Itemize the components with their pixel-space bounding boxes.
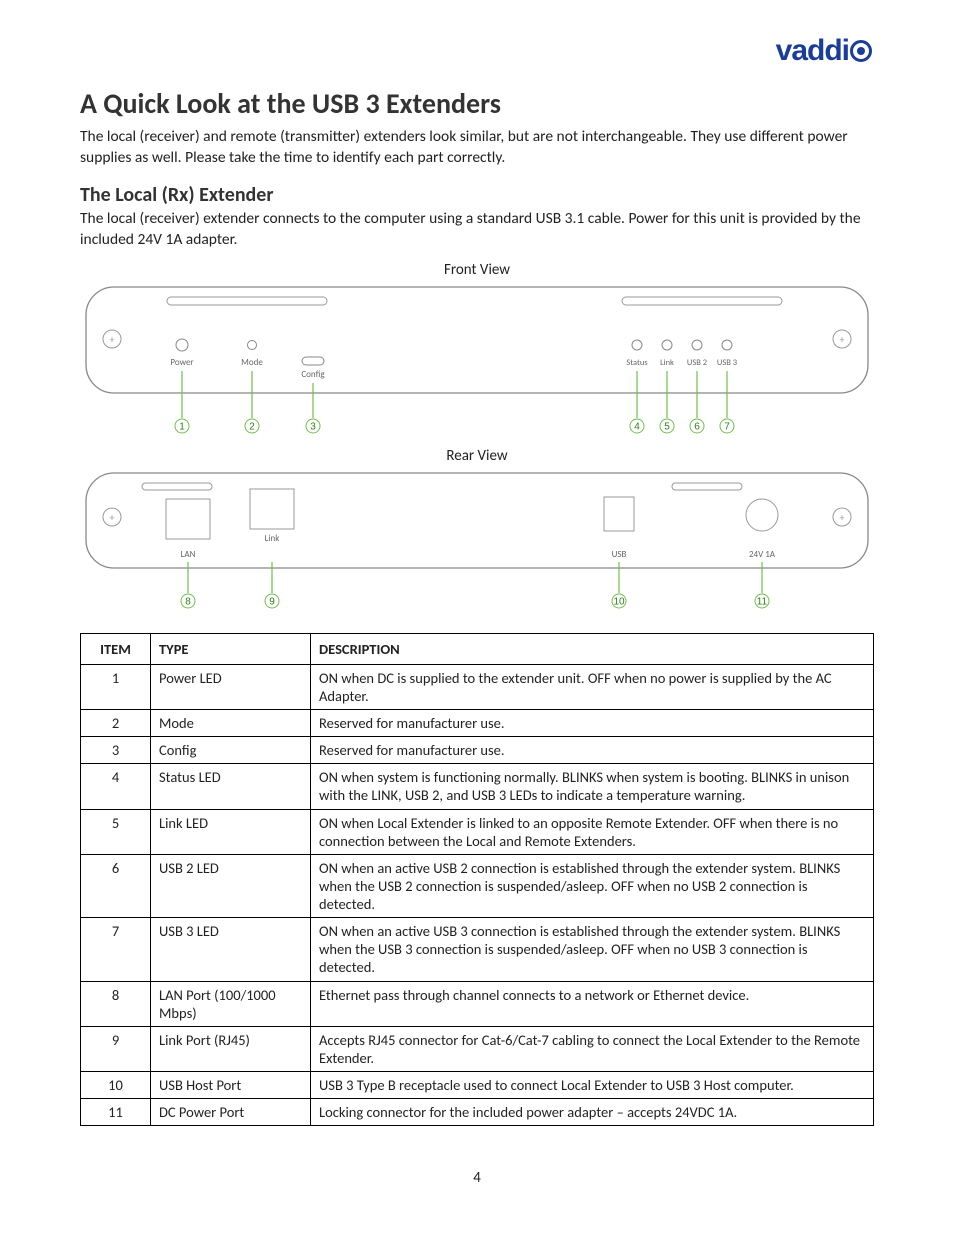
callout-6: 6 (694, 421, 700, 432)
cell-item: 11 (81, 1099, 151, 1126)
cell-type: Config (151, 737, 311, 764)
rear-view-diagram: + + LAN Link USB 24V 1A 8 9 10 11 (80, 469, 874, 619)
cell-type: USB Host Port (151, 1072, 311, 1099)
cell-type: Link LED (151, 809, 311, 854)
section-paragraph: The local (receiver) extender connects t… (80, 209, 874, 251)
cell-type: Status LED (151, 764, 311, 809)
callout-11: 11 (757, 596, 768, 607)
cell-desc: Reserved for manufacturer use. (311, 737, 874, 764)
cell-item: 5 (81, 809, 151, 854)
table-row: 4Status LEDON when system is functioning… (81, 764, 874, 809)
th-desc: DESCRIPTION (311, 633, 874, 664)
cell-item: 7 (81, 918, 151, 981)
table-row: 6USB 2 LEDON when an active USB 2 connec… (81, 854, 874, 917)
callout-5: 5 (664, 421, 670, 432)
table-row: 3ConfigReserved for manufacturer use. (81, 737, 874, 764)
svg-text:+: + (110, 333, 115, 346)
callout-9: 9 (269, 596, 275, 607)
cell-item: 1 (81, 664, 151, 709)
svg-text:+: + (840, 511, 845, 524)
callout-1: 1 (179, 421, 185, 432)
brand-logo-icon (850, 40, 872, 62)
th-item: ITEM (81, 633, 151, 664)
label-usb2: USB 2 (687, 358, 707, 368)
label-usb: USB (612, 549, 627, 560)
callout-8: 8 (185, 596, 191, 607)
table-row: 7USB 3 LEDON when an active USB 3 connec… (81, 918, 874, 981)
page-number: 4 (0, 1169, 954, 1187)
svg-text:+: + (110, 511, 115, 524)
rear-view-caption: Rear View (80, 447, 874, 465)
front-view-caption: Front View (80, 261, 874, 279)
brand-logo: vaddi (776, 34, 872, 68)
callout-3: 3 (310, 421, 316, 432)
intro-paragraph: The local (receiver) and remote (transmi… (80, 127, 874, 169)
table-row: 8LAN Port (100/1000 Mbps)Ethernet pass t… (81, 981, 874, 1026)
cell-desc: ON when system is functioning normally. … (311, 764, 874, 809)
callout-7: 7 (724, 421, 730, 432)
label-lan: LAN (181, 549, 196, 560)
cell-type: USB 2 LED (151, 854, 311, 917)
cell-item: 2 (81, 710, 151, 737)
cell-type: USB 3 LED (151, 918, 311, 981)
svg-text:+: + (840, 333, 845, 346)
cell-item: 10 (81, 1072, 151, 1099)
table-row: 5Link LEDON when Local Extender is linke… (81, 809, 874, 854)
cell-desc: ON when DC is supplied to the extender u… (311, 664, 874, 709)
th-type: TYPE (151, 633, 311, 664)
cell-desc: Accepts RJ45 connector for Cat-6/Cat-7 c… (311, 1026, 874, 1071)
cell-desc: Locking connector for the included power… (311, 1099, 874, 1126)
cell-item: 8 (81, 981, 151, 1026)
brand-text: vaddi (776, 34, 849, 68)
table-row: 2ModeReserved for manufacturer use. (81, 710, 874, 737)
label-link-rear: Link (265, 533, 280, 544)
page-title: A Quick Look at the USB 3 Extenders (80, 86, 874, 121)
cell-item: 9 (81, 1026, 151, 1071)
cell-item: 3 (81, 737, 151, 764)
cell-item: 6 (81, 854, 151, 917)
table-row: 9Link Port (RJ45)Accepts RJ45 connector … (81, 1026, 874, 1071)
label-mode: Mode (241, 357, 263, 368)
label-dc: 24V 1A (749, 549, 776, 560)
label-power: Power (170, 357, 193, 368)
cell-desc: ON when an active USB 3 connection is es… (311, 918, 874, 981)
callout-4: 4 (634, 421, 640, 432)
label-status: Status (626, 358, 648, 368)
label-config: Config (301, 369, 325, 380)
cell-type: LAN Port (100/1000 Mbps) (151, 981, 311, 1026)
cell-type: Power LED (151, 664, 311, 709)
cell-desc: ON when Local Extender is linked to an o… (311, 809, 874, 854)
cell-type: DC Power Port (151, 1099, 311, 1126)
cell-item: 4 (81, 764, 151, 809)
cell-desc: Reserved for manufacturer use. (311, 710, 874, 737)
table-row: 1Power LEDON when DC is supplied to the … (81, 664, 874, 709)
cell-desc: ON when an active USB 2 connection is es… (311, 854, 874, 917)
callout-10: 10 (613, 596, 625, 607)
front-view-diagram: + + Power Mode Config Status Link USB 2 … (80, 283, 874, 443)
callout-2: 2 (249, 421, 255, 432)
label-link: Link (660, 358, 674, 368)
ports-table: ITEM TYPE DESCRIPTION 1Power LEDON when … (80, 633, 874, 1127)
cell-desc: Ethernet pass through channel connects t… (311, 981, 874, 1026)
table-row: 10USB Host PortUSB 3 Type B receptacle u… (81, 1072, 874, 1099)
cell-desc: USB 3 Type B receptacle used to connect … (311, 1072, 874, 1099)
section-title: The Local (Rx) Extender (80, 183, 874, 207)
cell-type: Mode (151, 710, 311, 737)
cell-type: Link Port (RJ45) (151, 1026, 311, 1071)
table-row: 11DC Power PortLocking connector for the… (81, 1099, 874, 1126)
label-usb3: USB 3 (717, 358, 737, 368)
